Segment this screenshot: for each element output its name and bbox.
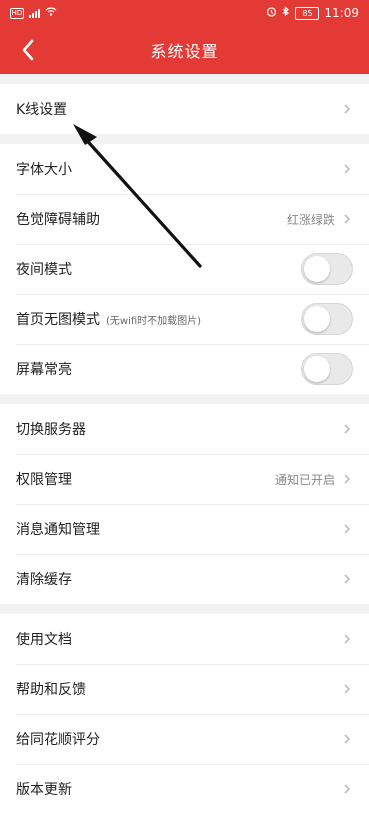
bluetooth-icon [282,6,290,20]
row-left: 屏幕常亮 [16,359,72,379]
row-label: K线设置 [16,102,68,118]
battery-icon: 85 [295,6,320,20]
settings-section: 切换服务器权限管理 通知已开启消息通知管理 清除缓存 [0,404,369,604]
settings-row[interactable]: 色觉障碍辅助 红涨绿跌 [0,194,369,244]
row-right [341,163,353,175]
settings-row[interactable]: 首页无图模式 (无wifi时不加载图片) [0,294,369,344]
row-label: 权限管理 [16,472,72,488]
row-right [341,783,353,795]
settings-row[interactable]: 给同花顺评分 [0,714,369,764]
status-left: HD [10,6,57,20]
settings-row[interactable]: 屏幕常亮 [0,344,369,394]
settings-section: 使用文档帮助和反馈给同花顺评分 版本更新 [0,614,369,814]
settings-row[interactable]: K线设置 [0,84,369,134]
row-label: 屏幕常亮 [16,362,72,378]
hd-icon: HD [10,7,24,19]
toggle-switch[interactable] [301,303,353,335]
row-left: 色觉障碍辅助 [16,209,100,229]
row-label: 首页无图模式 [16,312,100,328]
toggle-switch[interactable] [301,253,353,285]
toggle-switch[interactable] [301,353,353,385]
row-right [341,103,353,115]
settings-row[interactable]: 帮助和反馈 [0,664,369,714]
settings-row[interactable]: 字体大小 [0,144,369,194]
row-left: 切换服务器 [16,419,86,439]
row-left: 帮助和反馈 [16,679,86,699]
row-label: 清除缓存 [16,572,72,588]
wifi-icon [45,6,57,20]
row-label: 消息通知管理 [16,522,100,538]
row-right [301,253,353,285]
row-label: 切换服务器 [16,422,86,438]
status-bar: HD 85 11:09 [0,0,369,26]
settings-row[interactable]: 切换服务器 [0,404,369,454]
row-subtitle: (无wifi时不加载图片) [106,315,202,327]
toggle-knob [304,356,330,382]
page-title: 系统设置 [150,42,219,61]
chevron-left-icon [22,39,34,61]
row-right [341,573,353,585]
row-right [301,303,353,335]
settings-row[interactable]: 权限管理 通知已开启 [0,454,369,504]
chevron-right-icon [344,164,351,174]
row-left: 字体大小 [16,159,72,179]
row-label: 使用文档 [16,632,72,648]
row-value: 通知已开启 [274,472,335,487]
row-right [301,353,353,385]
settings-section: K线设置 [0,84,369,134]
settings-row[interactable]: 使用文档 [0,614,369,664]
toggle-knob [304,306,330,332]
chevron-right-icon [344,104,351,114]
chevron-right-icon [344,784,351,794]
row-left: 使用文档 [16,629,72,649]
row-right [341,733,353,745]
row-left: K线设置 [16,99,67,119]
row-label: 帮助和反馈 [16,682,86,698]
top-header: 系统设置 [0,26,369,74]
row-value: 红涨绿跌 [286,212,335,227]
row-label: 色觉障碍辅助 [16,212,100,228]
row-left: 权限管理 [16,469,72,489]
settings-row[interactable]: 清除缓存 [0,554,369,604]
row-left: 清除缓存 [16,569,72,589]
settings-list: K线设置字体大小色觉障碍辅助 红涨绿跌夜间模式首页无图模式 (无wifi时不加载图片… [0,84,369,814]
settings-section: 字体大小色觉障碍辅助 红涨绿跌夜间模式首页无图模式 (无wifi时不加载图片) 屏幕常… [0,144,369,394]
toggle-knob [304,256,330,282]
chevron-right-icon [344,684,351,694]
row-left: 夜间模式 [16,259,72,279]
row-label: 夜间模式 [16,262,72,278]
row-right [341,683,353,695]
row-label: 版本更新 [16,782,72,798]
status-time: 11:09 [324,6,359,20]
settings-row[interactable]: 夜间模式 [0,244,369,294]
row-label: 给同花顺评分 [16,732,100,748]
row-right [341,423,353,435]
row-right [341,523,353,535]
row-left: 首页无图模式 (无wifi时不加载图片) [16,309,201,329]
chevron-right-icon [344,524,351,534]
chevron-right-icon [344,424,351,434]
row-left: 版本更新 [16,779,72,799]
chevron-right-icon [344,474,351,484]
settings-row[interactable]: 版本更新 [0,764,369,814]
row-right: 通知已开启 [275,471,353,488]
chevron-right-icon [344,214,351,224]
signal-icon [29,8,40,18]
chevron-right-icon [344,634,351,644]
chevron-right-icon [344,574,351,584]
alarm-icon [266,6,277,20]
settings-row[interactable]: 消息通知管理 [0,504,369,554]
row-label: 字体大小 [16,162,72,178]
row-right: 红涨绿跌 [287,211,353,228]
row-right [341,633,353,645]
back-button[interactable] [12,36,44,64]
row-left: 给同花顺评分 [16,729,100,749]
row-left: 消息通知管理 [16,519,100,539]
chevron-right-icon [344,734,351,744]
status-right: 85 11:09 [266,6,359,20]
